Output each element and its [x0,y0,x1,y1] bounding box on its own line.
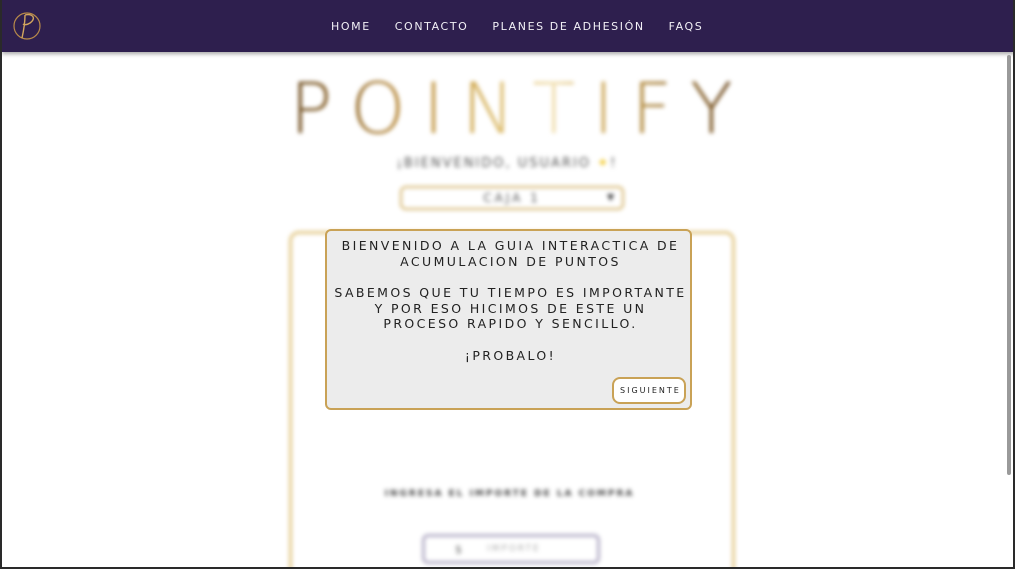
chevron-down-icon: ▼ [607,193,617,203]
vertical-scrollbar[interactable] [1007,55,1011,475]
nav-home-link[interactable]: HOME [331,20,371,33]
nav-menu: HOME CONTACTO PLANES DE ADHESIÓN FAQS [331,20,727,33]
brand-title: POINTIFY [290,68,751,150]
register-select-value: CAJA 1 [483,191,541,205]
pointify-logo-icon[interactable] [12,9,42,43]
nav-planes-link[interactable]: PLANES DE ADHESIÓN [492,20,644,33]
guide-title: BIENVENIDO A LA GUIA INTERACTICA DE ACUM… [341,238,680,269]
welcome-message: ¡BIENVENIDO, USUARIO ✦! [392,156,622,171]
currency-symbol: $ [455,543,462,556]
welcome-text: ¡BIENVENIDO, USUARIO [396,156,592,171]
guide-popup: BIENVENIDO A LA GUIA INTERACTICA DE ACUM… [325,229,692,410]
amount-placeholder: IMPORTE [487,544,541,554]
guide-description: SABEMOS QUE TU TIEMPO ES IMPORTANTE Y PO… [334,285,687,331]
star-icon: ✦ [597,156,611,171]
register-select[interactable]: CAJA 1 ▼ [400,186,624,210]
guide-cta: ¡PROBALO! [464,347,557,363]
nav-faqs-link[interactable]: FAQS [669,20,704,33]
guide-text: BIENVENIDO A LA GUIA INTERACTICA DE ACUM… [333,238,688,379]
amount-input[interactable]: $ IMPORTE [422,534,600,564]
app-window: HOME CONTACTO PLANES DE ADHESIÓN FAQS PO… [0,0,1015,569]
nav-contacto-link[interactable]: CONTACTO [395,20,469,33]
next-button[interactable]: SIGUIENTE [612,377,686,404]
top-navbar: HOME CONTACTO PLANES DE ADHESIÓN FAQS [2,0,1013,52]
amount-label: INGRESA EL IMPORTE DE LA COMPRA [384,489,635,499]
welcome-exclamation: ! [610,156,618,171]
